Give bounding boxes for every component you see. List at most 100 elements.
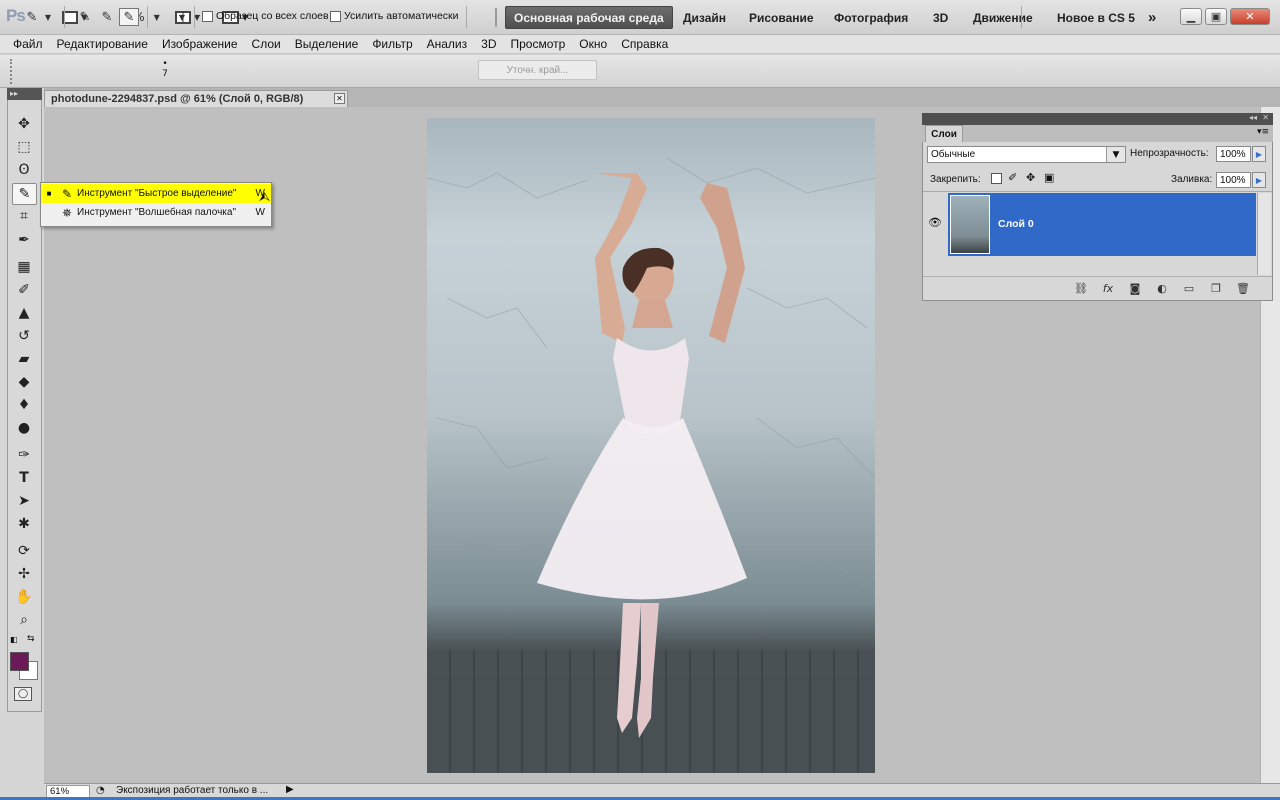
tool-dodge[interactable]: ● (12, 418, 36, 438)
layers-panel-titlebar[interactable]: ◂◂ ✕ (922, 113, 1273, 125)
tool-3d-rotate[interactable]: ⟳ (12, 541, 36, 561)
workspace-motion[interactable]: Движение (965, 6, 1041, 29)
status-info-icon[interactable]: ◔ (96, 785, 105, 796)
tool-preset-caret[interactable]: ▼ (42, 8, 54, 26)
panel-menu-icon[interactable]: ▾≡ (1257, 127, 1269, 137)
layer-visibility-eye-icon[interactable]: 👁 (928, 216, 942, 230)
menu-3d[interactable]: 3D (474, 37, 503, 51)
status-menu-arrow[interactable]: ▶ (286, 784, 294, 795)
workspace-3d[interactable]: 3D (925, 6, 956, 29)
tool-paint-bucket[interactable]: ◆ (12, 372, 36, 392)
tool-zoom[interactable]: ⌕ (12, 610, 36, 630)
layer-row[interactable] (948, 193, 1256, 256)
orbit-icon: ✢ (18, 566, 30, 582)
menu-layer[interactable]: Слои (245, 37, 288, 51)
delete-layer-button[interactable]: 🗑 (1234, 280, 1252, 296)
tools-panel-header[interactable]: ▸▸ (7, 88, 42, 100)
refine-edge-button[interactable]: Уточн. край... (478, 60, 597, 80)
lock-transparency-icon[interactable] (991, 173, 1002, 184)
menu-view[interactable]: Просмотр (503, 37, 572, 51)
fill-slider-button[interactable]: ▶ (1252, 172, 1266, 188)
menu-select[interactable]: Выделение (288, 37, 366, 51)
tool-type[interactable]: T (12, 468, 36, 488)
close-panel-icon[interactable]: ✕ (1262, 113, 1269, 122)
tool-crop[interactable]: ⌗ (12, 206, 36, 226)
foreground-color-swatch[interactable] (10, 652, 29, 671)
tool-clone-stamp[interactable]: ▲ (12, 303, 36, 323)
tool-marquee[interactable]: ⬚ (12, 137, 36, 157)
adjustment-layer-button[interactable]: ◐ (1153, 280, 1171, 296)
menu-file[interactable]: Файл (6, 37, 50, 51)
brush-picker-caret[interactable]: ▼ (176, 8, 188, 26)
brush-size-picker[interactable]: • 7 (157, 59, 173, 83)
ballerina-photo[interactable] (427, 118, 875, 773)
lock-all-icon[interactable]: ▣ (1044, 171, 1054, 184)
workspace-design[interactable]: Дизайн (675, 6, 734, 29)
flyout-quick-selection[interactable]: ■ ✎ Инструмент "Быстрое выделение" W (41, 184, 271, 203)
new-selection-button[interactable]: ✎ (75, 8, 95, 26)
workspace-painting[interactable]: Рисование (741, 6, 822, 29)
tool-3d-orbit[interactable]: ✢ (12, 564, 36, 584)
swap-colors-button[interactable]: ⇆ (27, 634, 35, 644)
mask-icon: ◙ (1129, 281, 1141, 295)
tool-history-brush[interactable]: ↺ (12, 326, 36, 346)
minimize-button[interactable]: ▁ (1180, 8, 1202, 25)
close-window-button[interactable]: ✕ (1230, 8, 1270, 25)
menu-edit[interactable]: Редактирование (50, 37, 155, 51)
new-layer-button[interactable]: ❐ (1207, 280, 1225, 296)
document-tab[interactable]: photodune-2294837.psd @ 61% (Слой 0, RGB… (44, 90, 348, 107)
quick-mask-button[interactable]: ◯ (14, 687, 32, 701)
options-grip (10, 59, 13, 84)
brush-dot-icon: • (162, 59, 168, 69)
workspace-new-in-cs5[interactable]: Новое в CS 5 (1049, 6, 1143, 29)
blend-mode-select[interactable]: Обычные (927, 146, 1126, 163)
menu-window[interactable]: Окно (572, 37, 614, 51)
menu-analysis[interactable]: Анализ (420, 37, 475, 51)
tool-preset-picker[interactable]: ✎ (22, 8, 42, 26)
opacity-slider-button[interactable]: ▶ (1252, 146, 1266, 162)
tool-brush[interactable]: ✐ (12, 280, 36, 300)
flyout-magic-wand[interactable]: ✵ Инструмент "Волшебная палочка" W (41, 203, 271, 222)
selected-bullet-icon: ■ (46, 189, 52, 198)
link-layers-button[interactable]: ⛓ (1072, 280, 1090, 296)
sample-all-layers-checkbox[interactable]: Образец со всех слоев (202, 10, 329, 22)
tool-lasso[interactable]: ʘ (12, 160, 36, 180)
close-document-button[interactable]: ✕ (334, 93, 345, 104)
layer-style-button[interactable]: fx (1099, 280, 1117, 296)
tool-healing[interactable]: ▦ (12, 257, 36, 277)
tool-hand[interactable]: ✋ (12, 587, 36, 607)
lock-pixels-icon[interactable]: ✐ (1008, 171, 1017, 184)
workspace-photography[interactable]: Фотография (826, 6, 916, 29)
tool-eraser[interactable]: ▰ (12, 349, 36, 369)
fill-input[interactable]: 100% (1216, 172, 1251, 188)
options-divider (147, 6, 148, 28)
add-mask-button[interactable]: ◙ (1126, 280, 1144, 296)
opacity-input[interactable]: 100% (1216, 146, 1251, 162)
workspace-more-button[interactable]: » (1140, 6, 1164, 29)
tool-path-selection[interactable]: ➤ (12, 491, 36, 511)
menu-filter[interactable]: Фильтр (365, 37, 419, 51)
tool-custom-shape[interactable]: ✱ (12, 514, 36, 534)
maximize-button[interactable]: ▣ (1205, 8, 1227, 25)
tool-quick-selection[interactable]: ✎ (12, 183, 37, 205)
auto-enhance-checkbox[interactable]: Усилить автоматически (330, 10, 459, 22)
new-group-button[interactable]: ▭ (1180, 280, 1198, 296)
layer-name[interactable]: Слой 0 (998, 218, 1034, 230)
tab-layers[interactable]: Слои (925, 125, 963, 142)
shape-icon: ✱ (18, 516, 30, 532)
tool-eyedropper[interactable]: ✒ (12, 230, 36, 250)
menu-image[interactable]: Изображение (155, 37, 245, 51)
add-to-selection-button[interactable]: ✎ (97, 8, 117, 26)
collapse-panel-icon[interactable]: ◂◂ (1249, 113, 1257, 122)
tool-pen[interactable]: ✑ (12, 445, 36, 465)
lock-position-icon[interactable]: ✥ (1026, 171, 1035, 184)
tool-blur[interactable]: ♦ (12, 395, 36, 415)
default-colors-button[interactable]: ◧ (10, 635, 18, 644)
subtract-from-selection-button[interactable]: ✎ (119, 8, 139, 26)
default-colors-icon: ◧ (10, 635, 18, 644)
tool-move[interactable]: ✥ (12, 114, 36, 134)
workspace-essentials[interactable]: Основная рабочая среда (505, 6, 673, 29)
layers-scrollbar[interactable] (1257, 193, 1271, 275)
blend-mode-arrow[interactable]: ▼ (1106, 147, 1125, 162)
menu-help[interactable]: Справка (614, 37, 675, 51)
